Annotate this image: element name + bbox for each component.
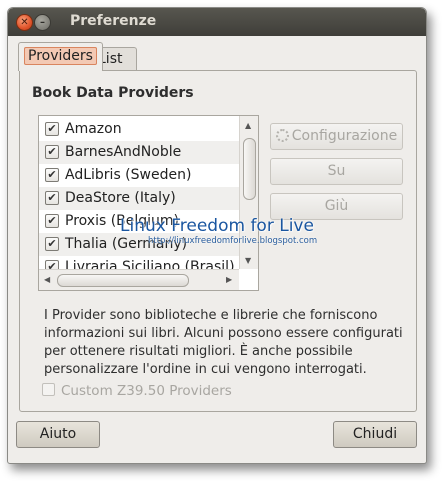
vertical-scrollbar[interactable]: ▲ ▼ [239, 116, 258, 269]
list-item[interactable]: ✔ DeaStore (Italy) [39, 187, 239, 210]
vertical-scroll-thumb[interactable] [243, 138, 256, 200]
checkbox-checked-icon[interactable]: ✔ [45, 168, 59, 182]
window-title: Preferenze [70, 13, 157, 29]
tab-providers[interactable]: Providers [18, 42, 103, 71]
watermark-title: Linux Freedom for Live [120, 216, 314, 236]
checkbox-checked-icon[interactable]: ✔ [45, 214, 59, 228]
horizontal-scroll-thumb[interactable] [57, 274, 189, 287]
provider-label: Amazon [65, 121, 122, 137]
tab-providers-label: Providers [24, 47, 97, 65]
scroll-up-icon[interactable]: ▲ [245, 121, 251, 130]
configure-button[interactable]: Configurazione [270, 123, 403, 150]
help-button[interactable]: Aiuto [16, 421, 100, 448]
close-window-icon[interactable]: ✕ [16, 14, 33, 31]
custom-providers-label: Custom Z39.50 Providers [61, 383, 232, 399]
minimize-window-icon[interactable]: – [34, 14, 51, 31]
checkbox-checked-icon[interactable]: ✔ [45, 237, 59, 251]
provider-label: BarnesAndNoble [65, 144, 182, 160]
checkbox-checked-icon[interactable]: ✔ [45, 145, 59, 159]
list-item[interactable]: ✔ BarnesAndNoble [39, 141, 239, 164]
title-bar[interactable]: ✕ – Preferenze [8, 8, 426, 36]
horizontal-scrollbar[interactable]: ◀ ▶ [39, 269, 239, 290]
scroll-down-icon[interactable]: ▼ [245, 256, 251, 265]
scroll-left-icon[interactable]: ◀ [44, 275, 50, 284]
close-button[interactable]: Chiudi [333, 421, 417, 448]
checkbox-checked-icon[interactable]: ✔ [45, 191, 59, 205]
list-item[interactable]: ✔ AdLibris (Sweden) [39, 164, 239, 187]
checkbox-unchecked-icon[interactable] [42, 383, 55, 396]
watermark-url: http://linuxfreedomforlive.blogspot.com [148, 236, 318, 246]
list-item[interactable]: ✔ Amazon [39, 118, 239, 141]
provider-label: AdLibris (Sweden) [65, 167, 192, 183]
move-up-button[interactable]: Su [270, 158, 403, 185]
section-title: Book Data Providers [32, 85, 194, 101]
configure-button-label: Configurazione [291, 128, 398, 144]
providers-description: I Provider sono biblioteche e librerie c… [44, 308, 403, 377]
custom-providers-option[interactable]: Custom Z39.50 Providers [42, 383, 232, 399]
checkbox-checked-icon[interactable]: ✔ [45, 122, 59, 136]
gear-icon [275, 129, 289, 142]
providers-list: ✔ Amazon ✔ BarnesAndNoble ✔ AdLibris (Sw… [38, 115, 259, 291]
scroll-right-icon[interactable]: ▶ [226, 275, 232, 284]
provider-label: DeaStore (Italy) [65, 190, 176, 206]
